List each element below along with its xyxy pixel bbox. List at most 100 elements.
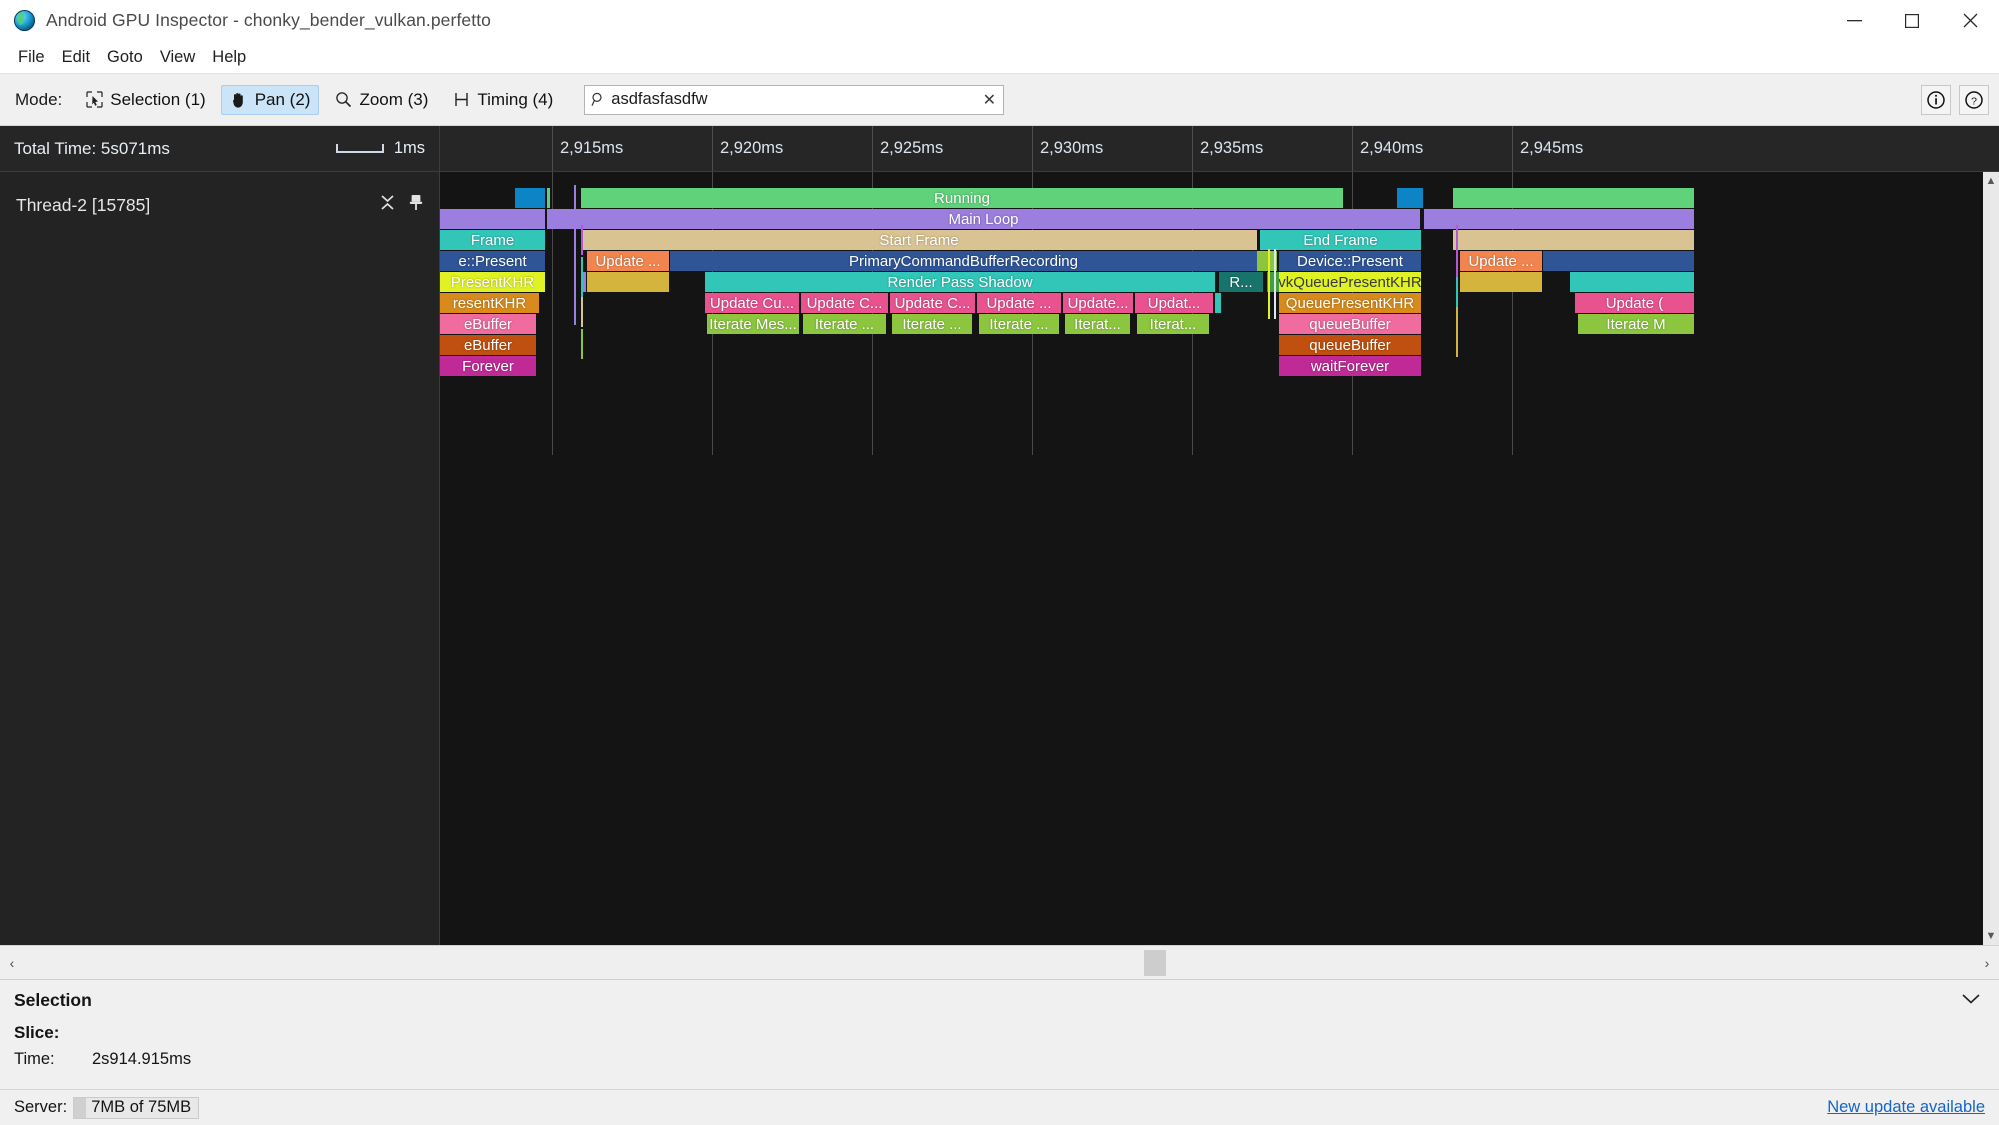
close-button[interactable] [1941,0,1999,42]
flamegraph-thin-slice[interactable] [581,257,583,297]
flamegraph-slice[interactable]: Device::Present [1279,251,1421,271]
flamegraph-slice[interactable]: R... [1219,272,1263,292]
flamegraph-slice[interactable] [515,188,545,208]
flamegraph-slice[interactable]: Updat... [1135,293,1213,313]
menu-view[interactable]: View [152,45,203,70]
flamegraph-thin-slice[interactable] [581,329,583,359]
selection-header[interactable]: Selection [0,980,1999,1017]
flamegraph-slice[interactable]: Update ( [1575,293,1694,313]
flamegraph-slice[interactable] [1543,251,1694,271]
mode-zoom-label: Zoom (3) [359,89,429,109]
pin-icon[interactable] [409,194,423,216]
flamegraph-thin-slice[interactable] [581,225,583,255]
slice-time-key: Time: [14,1050,55,1068]
slice-time-value: 2s914.915ms [92,1050,192,1068]
flamegraph-slice[interactable]: e::Present [440,251,545,271]
new-update-link[interactable]: New update available [1827,1098,1985,1117]
flamegraph-slice[interactable]: Update C... [890,293,975,313]
flamegraph-slice[interactable]: QueuePresentKHR [1279,293,1421,313]
flamegraph-thin-slice[interactable] [1268,249,1270,319]
flamegraph-slice[interactable]: End Frame [1260,230,1421,250]
flamegraph-slice[interactable]: Iterate M [1578,314,1694,334]
flamegraph-slice[interactable]: Update ... [1460,251,1542,271]
flamegraph-slice[interactable] [1570,272,1694,292]
thread-track-header[interactable]: Thread-2 [15785] [0,188,439,222]
flamegraph-slice[interactable]: eBuffer [440,335,536,355]
search-box[interactable]: asdfasfasdfw ✕ [584,84,1005,115]
flamegraph-canvas[interactable]: Running Main Loop Frame Start Frame End Fram… [440,172,1999,945]
flamegraph-slice[interactable]: Forever [440,356,536,376]
menu-edit[interactable]: Edit [54,45,98,70]
flamegraph-slice[interactable]: Start Frame [581,230,1257,250]
flamegraph-slice[interactable]: Iterat... [1137,314,1209,334]
timeline-vertical-scrollbar[interactable]: ▲ ▼ [1983,172,1999,945]
flamegraph-slice[interactable] [1453,188,1694,208]
flamegraph-slice[interactable]: Iterate ... [892,314,972,334]
flamegraph-slice[interactable]: Update ... [587,251,669,271]
flamegraph-slice[interactable]: Iterate ... [803,314,886,334]
flamegraph-slice[interactable]: Iterat... [1065,314,1130,334]
flamegraph-thin-slice[interactable] [581,297,583,327]
flamegraph-slice[interactable]: Render Pass Shadow [705,272,1215,292]
flamegraph-slice[interactable]: Update C... [801,293,888,313]
scroll-left-icon[interactable]: ‹ [0,955,24,971]
search-icon [585,92,611,107]
flamegraph-thin-slice[interactable] [1274,249,1276,319]
flamegraph-slice[interactable] [1460,272,1542,292]
flamegraph-slice[interactable]: queueBuffer [1279,314,1421,334]
flamegraph-slice[interactable]: Update... [1063,293,1133,313]
flamegraph-slice[interactable]: resentKHR [440,293,539,313]
flamegraph-slice[interactable]: Iterate Mes... [707,314,799,334]
flamegraph-slice[interactable] [1215,293,1221,313]
maximize-button[interactable] [1883,0,1941,42]
hscroll-track[interactable] [24,946,1975,979]
flamegraph-slice[interactable] [1424,209,1694,229]
flamegraph-slice[interactable]: Main Loop [547,209,1420,229]
mode-pan-button[interactable]: Pan (2) [220,84,320,115]
search-input[interactable]: asdfasfasdfw [611,90,975,109]
minimize-button[interactable] [1825,0,1883,42]
flamegraph-slice[interactable] [587,272,669,292]
title-bar: Android GPU Inspector - chonky_bender_vu… [0,0,1999,42]
flamegraph-slice[interactable]: waitForever [1279,356,1421,376]
selection-title: Selection [14,990,92,1010]
info-button[interactable] [1921,84,1951,115]
mode-selection-button[interactable]: Selection (1) [76,85,214,115]
flamegraph-slice[interactable] [440,209,545,229]
ruler-tick: 2,915ms [552,126,623,171]
flamegraph-slice[interactable]: Frame [440,230,545,250]
timeline-area: Total Time: 5s071ms 1ms 2,915ms 2,920ms 2,… [0,126,1999,945]
scroll-up-icon[interactable]: ▲ [1986,172,1997,190]
flamegraph-slice[interactable]: Iterate ... [979,314,1059,334]
flamegraph-thin-slice[interactable] [1456,307,1458,357]
server-label: Server: [14,1098,68,1116]
menu-help[interactable]: Help [204,45,254,70]
flamegraph-slice[interactable] [1397,188,1423,208]
time-ruler[interactable]: Total Time: 5s071ms 1ms 2,915ms 2,920ms 2,… [0,126,1999,172]
flamegraph-slice[interactable]: queueBuffer [1279,335,1421,355]
flamegraph-slice[interactable] [1453,230,1694,250]
chevron-down-icon[interactable] [1961,992,1981,1009]
help-button[interactable]: ? [1959,84,1989,115]
flamegraph-thin-slice[interactable] [574,185,576,325]
flamegraph-slice[interactable]: Update ... [977,293,1061,313]
hscroll-thumb[interactable] [1144,950,1166,976]
flamegraph-slice[interactable]: Running [581,188,1343,208]
menu-goto[interactable]: Goto [99,45,151,70]
flamegraph-slice[interactable]: Update Cu... [705,293,799,313]
status-bar: Server: 7MB of 75MB New update available [0,1089,1999,1125]
horizontal-scrollbar[interactable]: ‹ › [0,945,1999,979]
mode-timing-button[interactable]: Timing (4) [443,85,562,115]
flamegraph-slice[interactable]: eBuffer [440,314,536,334]
search-clear-button[interactable]: ✕ [975,90,1003,110]
mode-zoom-button[interactable]: Zoom (3) [325,85,437,115]
scroll-right-icon[interactable]: › [1975,955,1999,971]
flamegraph-slice[interactable]: PrimaryCommandBufferRecording [670,251,1257,271]
scroll-down-icon[interactable]: ▼ [1986,927,1997,945]
collapse-vertical-icon[interactable] [380,194,395,216]
flamegraph-slice[interactable] [547,188,550,208]
flamegraph-slice[interactable]: vkQueuePresentKHR [1279,272,1421,292]
menu-file[interactable]: File [10,45,53,70]
flamegraph-slice[interactable]: PresentKHR [440,272,545,292]
title-bar-left: Android GPU Inspector - chonky_bender_vu… [0,10,1825,31]
